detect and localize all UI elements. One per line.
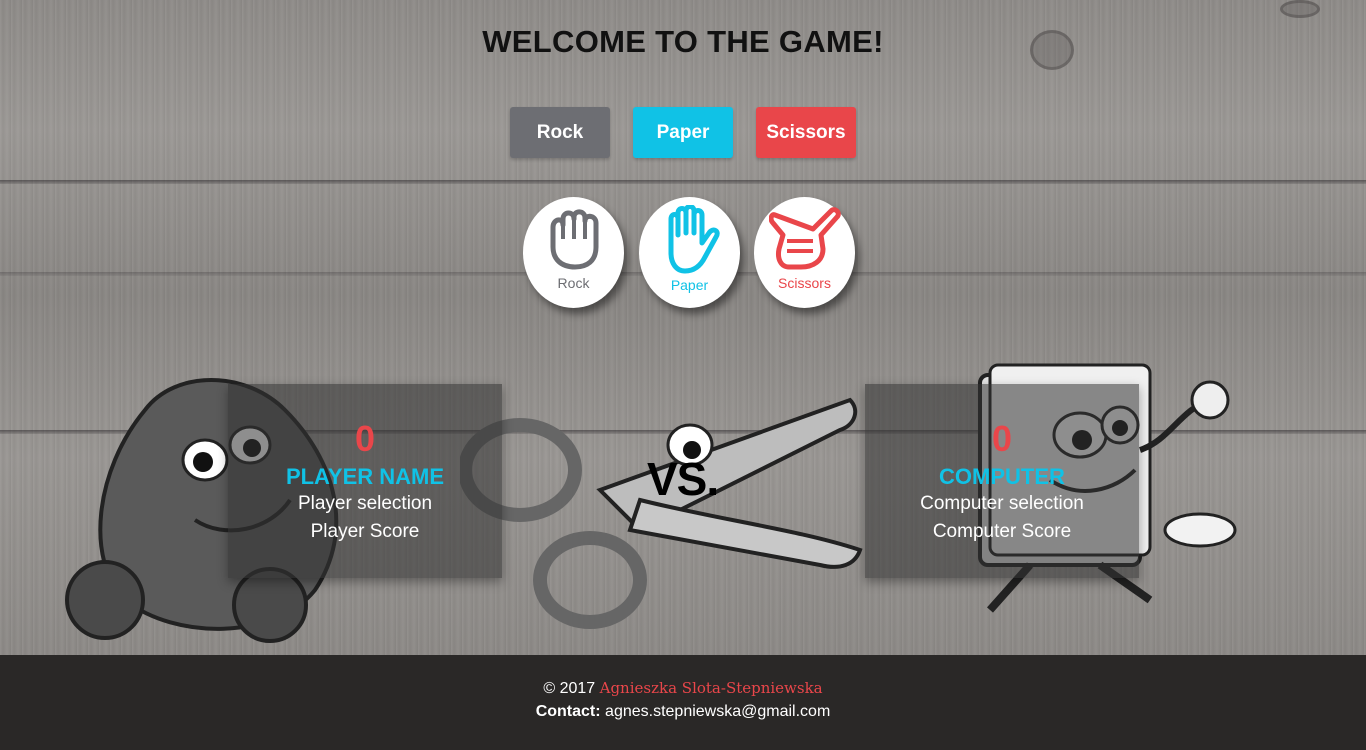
- wood-plank-seam: [0, 180, 1366, 184]
- computer-selection: Computer selection: [920, 493, 1084, 514]
- player-panel: 0 PLAYER NAME Player selection Player Sc…: [228, 384, 502, 578]
- computer-panel: 0 COMPUTER Computer selection Computer S…: [865, 384, 1139, 578]
- player-selection: Player selection: [297, 493, 433, 514]
- paper-hand-label: Paper: [670, 277, 709, 293]
- fist-icon: [550, 209, 598, 270]
- rock-hand-choice[interactable]: Rock: [523, 197, 624, 308]
- computer-score: 0: [991, 418, 1013, 459]
- footer-copyright-line: © 2017 Agnieszka Slota-Stepniewska: [0, 677, 1366, 700]
- paper-hand-choice[interactable]: Paper: [639, 197, 740, 308]
- scissors-hand-label: Scissors: [778, 275, 831, 291]
- game-background: WELCOME TO THE GAME! Rock Paper Scissors…: [0, 0, 1366, 655]
- footer-contact-line: Contact: agnes.stepniewska@gmail.com: [0, 700, 1366, 724]
- player-score-label: Player Score: [310, 521, 420, 542]
- rock-hand-label: Rock: [557, 275, 590, 291]
- open-hand-icon: [668, 205, 720, 274]
- copyright-text: © 2017: [543, 680, 596, 697]
- scissors-hand-icon: [768, 207, 841, 270]
- contact-label: Contact:: [535, 703, 601, 720]
- scissors-button[interactable]: Scissors: [756, 107, 856, 158]
- versus-label: VS.: [647, 453, 719, 505]
- paper-button[interactable]: Paper: [633, 107, 733, 158]
- rock-button[interactable]: Rock: [510, 107, 610, 158]
- player-name: PLAYER NAME: [285, 464, 445, 489]
- footer: © 2017 Agnieszka Slota-Stepniewska Conta…: [0, 655, 1366, 750]
- computer-name: COMPUTER: [939, 464, 1065, 489]
- author-name: Agnieszka Slota-Stepniewska: [599, 679, 823, 697]
- scissors-hand-choice[interactable]: Scissors: [754, 197, 855, 308]
- page-title: WELCOME TO THE GAME!: [482, 24, 884, 59]
- player-score: 0: [354, 418, 376, 459]
- scissors-character-illustration: [460, 397, 863, 629]
- contact-email[interactable]: agnes.stepniewska@gmail.com: [605, 703, 830, 720]
- wood-knot: [1280, 0, 1320, 18]
- computer-score-label: Computer Score: [932, 521, 1072, 542]
